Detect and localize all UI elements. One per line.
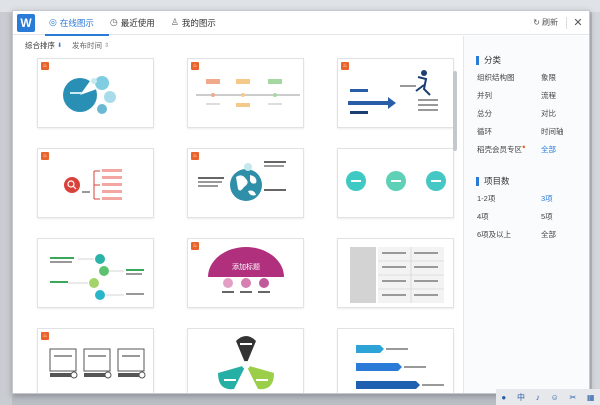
sort-comprehensive[interactable]: 综合排序 ⬇ <box>25 40 62 51</box>
count-all[interactable]: 全部 <box>541 229 589 240</box>
count-options: 1-2项 3项 4项 5项 6项及以上 全部 <box>464 193 589 240</box>
sort-toggle-icon: ⇕ <box>104 42 110 49</box>
close-icon: ✕ <box>573 17 583 29</box>
tab-label: 最近使用 <box>120 17 155 28</box>
category-member-zone[interactable]: 稻壳会员专区● <box>477 144 541 155</box>
diagram-dialog: W ◎ 在线图示 ◷ 最近使用 ♙ 我的图示 ↻ 刷新 ✕ 综合排序 ⬇ 发布时… <box>12 10 590 394</box>
filter-panel: 分类 组织结构图 象限 并列 流程 总分 对比 循环 时间轴 稻壳会员专区● 全… <box>463 36 589 393</box>
count-4[interactable]: 4项 <box>477 211 541 222</box>
template-card[interactable]: ♨ <box>37 328 154 393</box>
template-card[interactable] <box>337 328 454 393</box>
member-dot-icon: ● <box>522 144 526 151</box>
template-card[interactable] <box>337 148 454 218</box>
refresh-button[interactable]: ↻ 刷新 <box>525 16 567 29</box>
refresh-icon: ↻ <box>533 18 540 27</box>
background-app-left <box>0 12 12 405</box>
sort-down-icon: ⬇ <box>57 42 63 49</box>
template-card[interactable] <box>337 238 454 308</box>
sort-label: 发布时间 <box>72 40 103 50</box>
sort-publish-time[interactable]: 发布时间 ⇕ <box>72 40 109 51</box>
system-tray: ● 中 ♪ ☺ ✂ ▦ <box>496 389 600 405</box>
tab-label: 在线图示 <box>59 17 94 28</box>
audio-icon[interactable]: ♪ <box>536 393 540 402</box>
wps-logo-icon: W <box>17 13 35 32</box>
section-accent-bar <box>476 55 479 65</box>
category-timeline[interactable]: 时间轴 <box>541 126 589 137</box>
tab-my-diagrams[interactable]: ♙ 我的图示 <box>163 11 224 35</box>
user-icon: ♙ <box>170 17 179 27</box>
tri-petal-preview <box>218 336 274 390</box>
template-card[interactable]: ♨ <box>337 58 454 128</box>
count-6-plus[interactable]: 6项及以上 <box>477 229 541 240</box>
runner-arrow-preview <box>348 70 438 114</box>
category-cycle[interactable]: 循环 <box>477 126 541 137</box>
count-5[interactable]: 5项 <box>541 211 589 222</box>
input-method-icon[interactable]: 中 <box>517 392 525 403</box>
member-zone-label: 稻壳会员专区 <box>477 145 522 154</box>
three-circles-preview <box>346 171 446 191</box>
table-grid-preview <box>350 247 444 303</box>
clock-icon: ◷ <box>109 17 118 27</box>
grid-icon[interactable]: ▦ <box>587 393 595 402</box>
category-parallel[interactable]: 并列 <box>477 90 541 101</box>
count-title-text: 项目数 <box>484 176 510 186</box>
count-3[interactable]: 3项 <box>541 193 589 204</box>
template-card[interactable]: ♨ <box>187 58 304 128</box>
three-boxes-preview <box>49 348 146 379</box>
globe-text-preview <box>198 161 286 201</box>
globe-icon: ◎ <box>49 17 57 27</box>
template-gallery: 综合排序 ⬇ 发布时间 ⇕ ♨ ♨ ♨ ♨ ♨ ♨ 添加标题 ♨ <box>13 36 463 393</box>
timeline-preview <box>196 79 300 107</box>
section-accent-bar <box>476 176 479 186</box>
template-card[interactable] <box>187 328 304 393</box>
tab-online-diagrams[interactable]: ◎ 在线图示 <box>41 11 102 35</box>
count-1-2[interactable]: 1-2项 <box>477 193 541 204</box>
sort-bar: 综合排序 ⬇ 发布时间 ⇕ <box>13 36 463 54</box>
scissors-icon[interactable]: ✂ <box>570 393 577 402</box>
funnel-steps-preview <box>50 254 144 300</box>
category-options: 组织结构图 象限 并列 流程 总分 对比 循环 时间轴 稻壳会员专区● 全部 <box>464 72 589 155</box>
template-card[interactable]: ♨ <box>37 148 154 218</box>
sort-label: 综合排序 <box>25 40 55 50</box>
category-all[interactable]: 全部 <box>541 144 589 155</box>
count-section-title: 项目数 <box>476 175 589 187</box>
semicircle-title-preview: 添加标题 <box>208 247 284 293</box>
pie-chart-preview <box>63 76 116 114</box>
category-org-chart[interactable]: 组织结构图 <box>477 72 541 83</box>
tab-label: 我的图示 <box>181 17 216 28</box>
template-card[interactable] <box>37 238 154 308</box>
close-button[interactable]: ✕ <box>567 16 589 29</box>
category-quadrant[interactable]: 象限 <box>541 72 589 83</box>
tab-recent[interactable]: ◷ 最近使用 <box>102 11 163 35</box>
refresh-label: 刷新 <box>542 18 558 27</box>
template-card[interactable]: ♨ <box>187 148 304 218</box>
category-compare[interactable]: 对比 <box>541 108 589 119</box>
search-list-preview <box>64 169 122 200</box>
title-bar: W ◎ 在线图示 ◷ 最近使用 ♙ 我的图示 ↻ 刷新 ✕ <box>13 11 589 36</box>
app-status-icon[interactable]: ● <box>501 393 506 402</box>
category-title-text: 分类 <box>484 55 502 65</box>
semicircle-title-text: 添加标题 <box>232 262 260 271</box>
arrow-ribbon-preview <box>356 345 444 389</box>
template-card[interactable]: ♨ <box>37 58 154 128</box>
gallery-scrollbar[interactable] <box>453 71 457 151</box>
background-app-right <box>592 12 600 405</box>
category-hierarchy[interactable]: 总分 <box>477 108 541 119</box>
template-card[interactable]: ♨ 添加标题 <box>187 238 304 308</box>
emoji-icon[interactable]: ☺ <box>551 393 559 402</box>
category-section-title: 分类 <box>476 54 589 66</box>
category-process[interactable]: 流程 <box>541 90 589 101</box>
